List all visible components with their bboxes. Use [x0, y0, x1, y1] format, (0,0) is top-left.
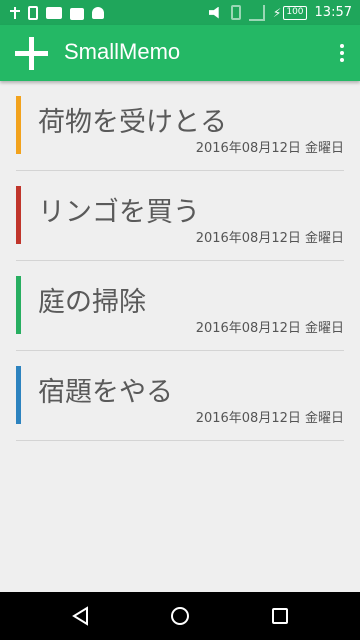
memo-item[interactable]: 庭の掃除 2016年08月12日 金曜日	[16, 261, 344, 351]
more-vert-icon	[340, 44, 344, 48]
plus-icon-stroke	[29, 37, 34, 70]
back-icon[interactable]	[71, 606, 91, 626]
shopping-bag-icon	[70, 7, 84, 20]
memo-item[interactable]: リンゴを買う 2016年08月12日 金曜日	[16, 171, 344, 261]
memo-title: 宿題をやる	[38, 377, 173, 408]
memo-color-bar	[16, 366, 21, 424]
memo-date: 2016年08月12日 金曜日	[195, 141, 344, 156]
memo-item[interactable]: 荷物を受けとる 2016年08月12日 金曜日	[16, 81, 344, 171]
notification-icons	[10, 4, 104, 21]
memo-color-bar	[16, 96, 21, 154]
clock: 13:57	[314, 5, 352, 20]
usb-icon	[10, 6, 20, 20]
add-memo-button[interactable]	[15, 37, 48, 70]
battery-indicator: ⚡ 100	[272, 5, 307, 20]
phone-icon	[28, 5, 38, 20]
signal-icon	[248, 4, 265, 21]
memo-date: 2016年08月12日 金曜日	[195, 231, 344, 246]
charging-icon: ⚡	[272, 5, 282, 20]
app-title: SmallMemo	[64, 39, 181, 64]
status-bar: ⚡ 100 13:57	[0, 0, 360, 25]
memo-title: リンゴを買う	[38, 197, 200, 228]
system-icons: ⚡ 100 13:57	[208, 3, 352, 22]
mute-icon	[208, 6, 219, 19]
app-toolbar: SmallMemo	[0, 25, 360, 81]
more-vert-dot	[340, 58, 344, 62]
sim-icon	[230, 5, 241, 20]
memo-color-bar	[16, 276, 21, 334]
home-icon[interactable]	[170, 606, 190, 626]
memo-date: 2016年08月12日 金曜日	[195, 411, 344, 426]
recents-icon[interactable]	[270, 606, 290, 626]
memo-title: 庭の掃除	[38, 287, 146, 318]
memo-title: 荷物を受けとる	[38, 107, 227, 138]
more-options-button[interactable]	[340, 44, 344, 62]
photo-icon	[46, 6, 62, 19]
navigation-bar	[0, 592, 360, 640]
memo-list: 荷物を受けとる 2016年08月12日 金曜日 リンゴを買う 2016年08月1…	[0, 81, 360, 441]
more-vert-dot	[340, 51, 344, 55]
battery-level: 100	[283, 5, 307, 20]
memo-date: 2016年08月12日 金曜日	[195, 321, 344, 336]
memo-color-bar	[16, 186, 21, 244]
memo-item[interactable]: 宿題をやる 2016年08月12日 金曜日	[16, 351, 344, 441]
android-icon	[92, 6, 104, 19]
